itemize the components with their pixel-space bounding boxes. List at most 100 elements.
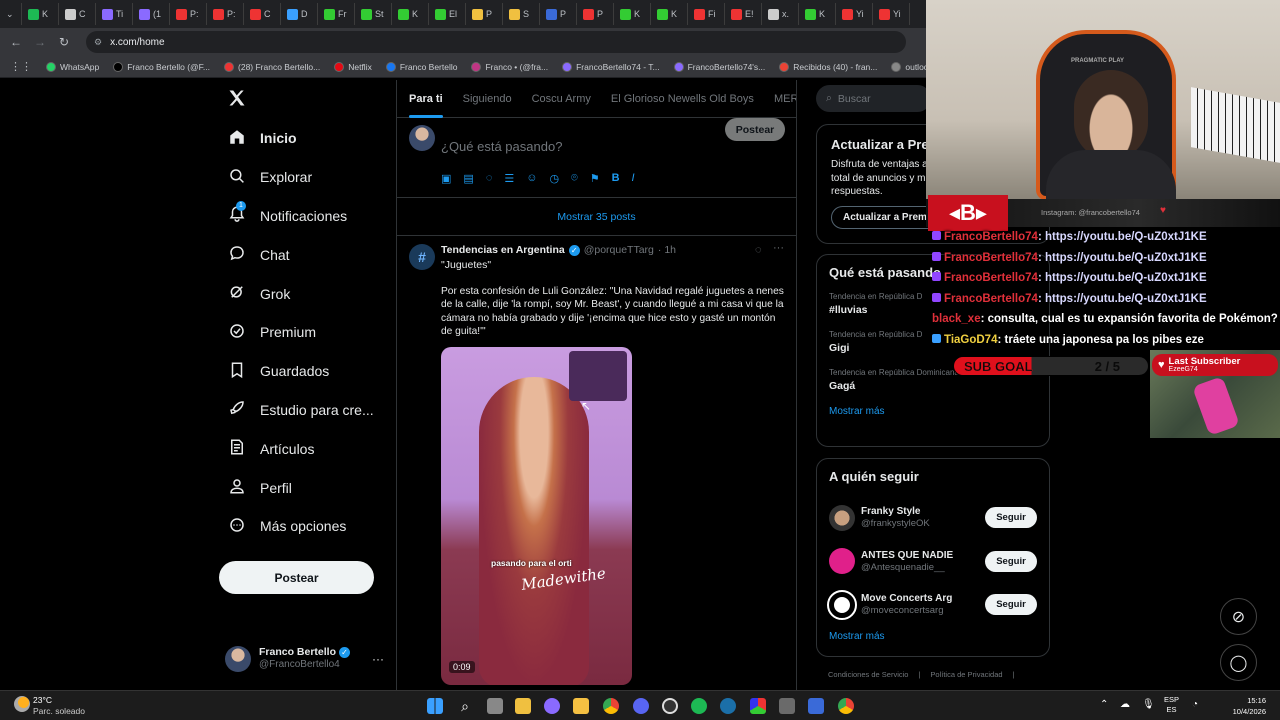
start-icon[interactable] [427, 698, 443, 714]
bookmark[interactable]: WhatsApp [46, 61, 99, 72]
messages-float-button[interactable]: ◯ [1220, 644, 1257, 681]
follow-button[interactable]: Seguir [985, 507, 1037, 529]
timeline-tab[interactable]: MERNC [774, 93, 796, 105]
post-handle[interactable]: @porqueTTarg [584, 244, 654, 256]
italic-icon[interactable]: I [632, 172, 635, 185]
timeline-tab[interactable]: Siguiendo [463, 93, 512, 105]
store-icon[interactable] [515, 698, 531, 714]
who-show-more[interactable]: Mostrar más [829, 631, 1037, 642]
chrome-icon[interactable] [603, 698, 619, 714]
post[interactable]: # Tendencias en Argentina ✓ @porqueTTarg… [397, 236, 796, 686]
steam-icon[interactable] [720, 698, 736, 714]
timeline-tab[interactable]: El Glorioso Newells Old Boys [611, 93, 754, 105]
browser-tab[interactable]: P [540, 3, 577, 25]
app-icon-2[interactable] [750, 698, 766, 714]
bookmark[interactable]: Netflix [334, 61, 372, 72]
nav-item[interactable]: Estudio para cre... [218, 391, 388, 430]
app-icon-3[interactable] [779, 698, 795, 714]
browser-tab[interactable]: E! [725, 3, 762, 25]
nav-item[interactable]: Premium [218, 313, 388, 352]
compose-input[interactable]: ¿Qué está pasando? [441, 139, 562, 154]
footer-terms[interactable]: Condiciones de Servicio [828, 670, 908, 679]
network-icon[interactable]: ☁ [1120, 699, 1130, 710]
nav-item[interactable]: Guardados [218, 352, 388, 391]
browser-tab[interactable]: x. [762, 3, 799, 25]
bookmark[interactable]: Franco • (@fra... [471, 61, 548, 72]
timeline-tab[interactable]: Para ti [409, 93, 443, 118]
nav-item[interactable]: Explorar [218, 158, 388, 197]
bookmark[interactable]: Franco Bertello (@F... [113, 61, 210, 72]
chrome-icon-2[interactable] [838, 698, 854, 714]
site-info-icon[interactable]: ⚙ [94, 37, 102, 48]
bookmark[interactable]: outlook [891, 61, 930, 72]
compose-post-button[interactable]: Postear [725, 118, 785, 141]
spotify-icon[interactable] [691, 698, 707, 714]
nav-item[interactable]: Grok [218, 274, 388, 313]
obs-icon[interactable] [662, 698, 678, 714]
nav-item[interactable]: Artículos [218, 429, 388, 468]
more-icon[interactable]: ··· [372, 652, 384, 666]
follow-suggestion[interactable]: Franky Style @frankystyleOK Seguir [829, 496, 1037, 540]
weather-icon[interactable] [14, 696, 30, 712]
app-icon-4[interactable] [808, 698, 824, 714]
browser-tab[interactable]: P: [207, 3, 244, 25]
footer-privacy[interactable]: Política de Privacidad [930, 670, 1002, 679]
bookmark[interactable]: Recibidos (40) - fran... [779, 61, 877, 72]
browser-tab[interactable]: K [799, 3, 836, 25]
browser-tab[interactable]: K [392, 3, 429, 25]
location-icon[interactable]: ⌾ [571, 172, 578, 185]
bookmark[interactable]: (28) Franco Bertello... [224, 61, 320, 72]
browser-tab[interactable]: Fr [318, 3, 355, 25]
schedule-icon[interactable]: ◷ [549, 172, 559, 185]
post-time[interactable]: · 1h [658, 244, 676, 256]
poll-icon[interactable]: ☰ [504, 172, 514, 185]
show-new-posts-button[interactable]: Mostrar 35 posts [397, 198, 796, 236]
grok-icon[interactable]: ◌ [486, 172, 493, 185]
follow-suggestion[interactable]: Move Concerts Arg @moveconcertsarg Seguir [827, 583, 1037, 627]
url-input[interactable]: ⚙ x.com/home [86, 31, 906, 53]
wifi-icon[interactable]: ◔ [1192, 699, 1198, 710]
back-icon[interactable]: ← [4, 35, 28, 49]
reload-icon[interactable]: ↻ [52, 35, 76, 49]
mic-icon[interactable]: 🎙 [1142, 699, 1155, 710]
search-icon[interactable]: ⌕ [457, 698, 473, 714]
bold-icon[interactable]: B [612, 172, 620, 185]
grok-post-icon[interactable]: ◌ [755, 244, 762, 256]
browser-tab[interactable]: Yi [873, 3, 910, 25]
nav-item[interactable]: Perfil [218, 468, 388, 507]
browser-tab[interactable]: S [503, 3, 540, 25]
task-view-icon[interactable] [487, 698, 503, 714]
browser-tab[interactable]: C [244, 3, 281, 25]
post-button[interactable]: Postear [219, 561, 374, 594]
nav-item[interactable]: Chat [218, 235, 388, 274]
forward-icon[interactable]: → [28, 35, 52, 49]
discord-icon[interactable] [633, 698, 649, 714]
browser-tab[interactable]: K [614, 3, 651, 25]
nav-item[interactable]: Más opciones [218, 507, 388, 546]
browser-tab[interactable]: Ti [96, 3, 133, 25]
nav-item[interactable]: Inicio [218, 119, 388, 158]
weather-text[interactable]: Parc. soleado [33, 706, 85, 716]
account-switcher[interactable]: Franco Bertello ✓ @FrancoBertello4 ··· [225, 644, 390, 674]
emoji-icon[interactable]: ☺ [526, 172, 537, 185]
post-more-icon[interactable]: ··· [773, 242, 784, 254]
browser-tab[interactable]: P: [170, 3, 207, 25]
timeline-tab[interactable]: Coscu Army [532, 93, 591, 105]
browser-tab[interactable]: K [22, 3, 59, 25]
browser-tab[interactable]: K [651, 3, 688, 25]
tab-overflow-button[interactable]: ⌄ [0, 3, 22, 25]
browser-tab[interactable]: D [281, 3, 318, 25]
file-explorer-icon[interactable] [573, 698, 589, 714]
browser-tab[interactable]: St [355, 3, 392, 25]
weather-temp[interactable]: 23°C [33, 695, 52, 705]
clock[interactable]: 15:16 10/4/2026 [1222, 695, 1266, 717]
trends-show-more[interactable]: Mostrar más [829, 406, 1037, 417]
gif-icon[interactable]: ▤ [463, 172, 473, 185]
browser-tab[interactable]: Fi [688, 3, 725, 25]
grok-float-button[interactable]: ⊘ [1220, 598, 1257, 635]
bookmark[interactable]: FrancoBertello74 - T... [562, 61, 660, 72]
app-icon[interactable] [544, 698, 560, 714]
browser-tab[interactable]: P [577, 3, 614, 25]
follow-button[interactable]: Seguir [985, 550, 1037, 572]
follow-suggestion[interactable]: ANTES QUE NADIE @Antesquenadie__ Seguir [829, 540, 1037, 584]
